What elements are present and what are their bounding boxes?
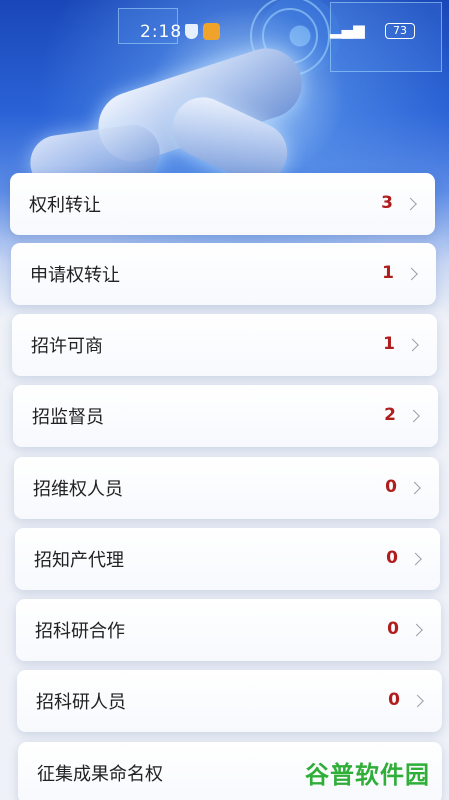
list-item-label: 招监督员 — [32, 407, 104, 428]
chevron-right-icon — [409, 552, 422, 566]
list-item-count: 3 — [381, 193, 393, 213]
chevron-right-icon — [411, 694, 424, 708]
chevron-right-icon — [408, 481, 421, 495]
list-item-label: 招知产代理 — [34, 550, 124, 571]
list-item-count: 0 — [387, 619, 399, 639]
chevron-right-icon — [410, 623, 423, 637]
list-item-application-transfer[interactable]: 申请权转让 1 — [11, 243, 436, 305]
list-item-rights-transfer[interactable]: 权利转让 3 — [10, 173, 435, 235]
category-list: 权利转让 3 申请权转让 1 招许可商 1 招监督员 2 招维权人员 0 招知产… — [0, 0, 449, 800]
chevron-right-icon — [404, 197, 417, 211]
list-item-count: 0 — [388, 690, 400, 710]
list-item-label: 征集成果命名权 — [37, 764, 163, 785]
list-item-supervisor[interactable]: 招监督员 2 — [13, 385, 438, 447]
list-item-rights-staff[interactable]: 招维权人员 0 — [14, 457, 439, 519]
list-item-count: 2 — [384, 405, 396, 425]
list-item-label: 申请权转让 — [30, 265, 120, 286]
list-item-count: 0 — [386, 548, 398, 568]
list-item-ip-agent[interactable]: 招知产代理 0 — [15, 528, 440, 590]
list-item-label: 权利转让 — [29, 195, 101, 216]
chevron-right-icon — [406, 338, 419, 352]
list-item-count: 1 — [383, 334, 395, 354]
chevron-right-icon — [405, 267, 418, 281]
list-item-licensee[interactable]: 招许可商 1 — [12, 314, 437, 376]
list-item-research-cooperation[interactable]: 招科研合作 0 — [16, 599, 441, 661]
list-item-label: 招科研合作 — [35, 621, 125, 642]
list-item-label: 招维权人员 — [33, 479, 123, 500]
list-item-count: 0 — [385, 477, 397, 497]
list-item-label: 招科研人员 — [36, 692, 126, 713]
list-item-count: 1 — [382, 263, 394, 283]
chevron-right-icon — [407, 409, 420, 423]
site-watermark: 谷普软件园 — [305, 760, 430, 789]
list-item-label: 招许可商 — [31, 336, 103, 357]
list-item-researchers[interactable]: 招科研人员 0 — [17, 670, 442, 732]
